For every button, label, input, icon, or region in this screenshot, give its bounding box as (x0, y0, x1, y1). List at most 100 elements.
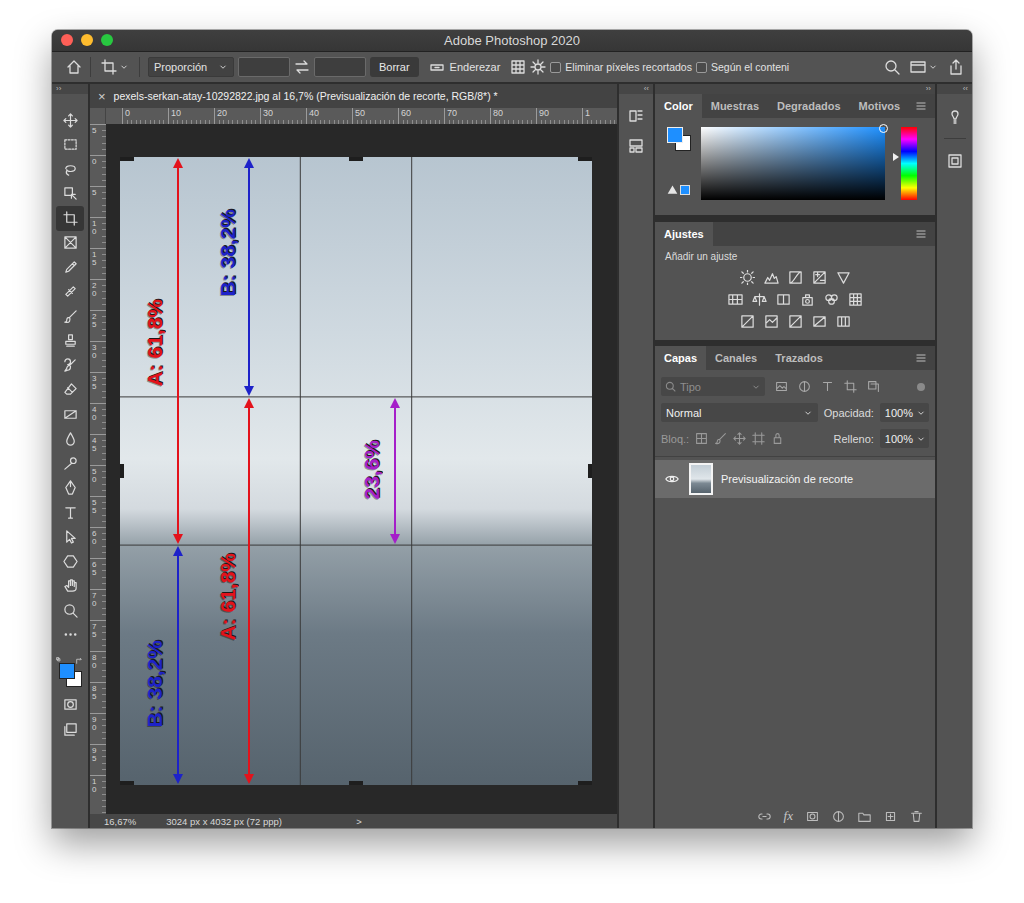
tool-button[interactable] (56, 206, 84, 231)
tool-button[interactable] (56, 476, 84, 501)
crop-handle[interactable] (349, 781, 363, 785)
minimize-button[interactable] (81, 34, 93, 46)
foreground-color[interactable] (59, 663, 75, 679)
layer-row[interactable]: Previsualización de recorte (655, 460, 935, 498)
collapse-toggle[interactable]: ›› (655, 84, 935, 94)
tool-button[interactable] (56, 280, 84, 305)
panel-tab[interactable]: Muestras (702, 94, 768, 118)
close-tab-button[interactable]: × (98, 89, 106, 104)
panel-tab[interactable]: Capas (655, 346, 706, 370)
photo[interactable]: A: 61,8%B: 38,2%A: 61,8%B: 38,2%23,6% (120, 157, 592, 785)
threshold-icon[interactable] (788, 314, 803, 329)
vibrance-icon[interactable] (836, 270, 851, 285)
crop-handle[interactable] (578, 157, 592, 161)
type-filter-icon[interactable] (821, 380, 834, 393)
fill-field[interactable]: 100% (880, 429, 929, 448)
workspace-picker[interactable] (908, 59, 940, 75)
tool-button[interactable] (56, 427, 84, 452)
tool-button[interactable] (56, 108, 84, 133)
gradient-map-icon[interactable] (812, 314, 827, 329)
width-field[interactable] (238, 57, 290, 77)
panel-tab[interactable]: Color (655, 94, 702, 118)
brightness-icon[interactable] (740, 270, 755, 285)
checkbox-option[interactable]: Eliminar píxeles recortados (550, 61, 692, 73)
new-layer-icon[interactable] (884, 810, 897, 823)
mask-icon[interactable] (806, 810, 819, 823)
panel-tab[interactable]: Trazados (766, 346, 832, 370)
tool-button[interactable] (56, 500, 84, 525)
panel-tab[interactable]: Degradados (768, 94, 850, 118)
link-icon[interactable] (758, 810, 771, 823)
tool-button[interactable] (56, 378, 84, 403)
smart-object-filter-icon[interactable] (867, 380, 880, 393)
color-swatches[interactable] (56, 657, 84, 687)
visibility-toggle[interactable] (663, 472, 681, 486)
crop-handle[interactable] (588, 464, 592, 478)
lock-all-icon[interactable] (771, 432, 784, 445)
color-balance-icon[interactable] (752, 292, 767, 307)
menu-icon[interactable] (915, 352, 927, 364)
hue-slider-handle[interactable] (893, 153, 899, 161)
saturation-field[interactable] (701, 127, 885, 200)
trash-icon[interactable] (910, 810, 923, 823)
panel-tab[interactable]: Ajustes (655, 222, 713, 246)
height-field[interactable] (314, 57, 366, 77)
opacity-field[interactable]: 100% (880, 403, 929, 422)
lightbulb-icon[interactable] (947, 108, 963, 124)
layer-style-button[interactable]: fx (784, 808, 793, 824)
hue-slider[interactable] (901, 127, 917, 200)
crop-handle[interactable] (120, 464, 124, 478)
folder-icon[interactable] (858, 810, 871, 823)
checkbox[interactable] (696, 62, 707, 73)
canvas[interactable]: A: 61,8%B: 38,2%A: 61,8%B: 38,2%23,6% (106, 124, 617, 814)
search-icon[interactable] (884, 59, 900, 75)
crop-handle[interactable] (578, 781, 592, 785)
tool-preset-picker[interactable] (99, 59, 131, 75)
adjustment-filter-icon[interactable] (798, 380, 811, 393)
history-icon[interactable] (628, 108, 644, 124)
foreground-color[interactable] (667, 127, 683, 143)
swap-colors-icon[interactable] (75, 657, 84, 666)
collapse-toggle[interactable]: ‹‹ (619, 84, 653, 94)
tool-button[interactable] (56, 353, 84, 378)
lock-transparency-icon[interactable] (695, 432, 708, 445)
checkbox[interactable] (550, 62, 561, 73)
properties-icon[interactable] (628, 138, 644, 154)
adjustment-layer-icon[interactable] (832, 810, 845, 823)
tool-button[interactable] (56, 329, 84, 354)
menu-icon[interactable] (915, 100, 927, 112)
tool-button[interactable] (56, 549, 84, 574)
ruler-origin[interactable] (90, 108, 106, 124)
photo-filter-icon[interactable] (800, 292, 815, 307)
straighten-button[interactable]: Enderezar (423, 59, 507, 75)
exposure-icon[interactable] (812, 270, 827, 285)
horizontal-ruler[interactable]: 01020304050607080901 (106, 108, 617, 124)
collapse-toggle[interactable]: ‹‹ (937, 84, 972, 94)
gear-icon[interactable] (530, 59, 546, 75)
tool-button[interactable] (56, 133, 84, 158)
document-tab[interactable]: ×pexels-serkan-atay-10292822.jpg al 16,7… (90, 84, 617, 108)
status-menu-button[interactable]: > (356, 816, 362, 827)
tool-button[interactable] (56, 182, 84, 207)
ratio-select[interactable]: Proporción (148, 57, 234, 77)
home-icon[interactable] (66, 59, 82, 75)
close-button[interactable] (61, 34, 73, 46)
tool-button[interactable] (56, 304, 84, 329)
lock-pixels-icon[interactable] (714, 432, 727, 445)
tool-button[interactable] (56, 574, 84, 599)
tool-button[interactable] (56, 157, 84, 182)
screen-mode-icon[interactable] (63, 722, 78, 737)
swap-icon[interactable] (294, 59, 310, 75)
channel-mixer-icon[interactable] (824, 292, 839, 307)
menu-icon[interactable] (915, 228, 927, 240)
tool-button[interactable] (56, 598, 84, 623)
crop-handle[interactable] (120, 157, 134, 161)
tool-button[interactable] (56, 402, 84, 427)
collapse-toggle[interactable]: ›› (52, 84, 88, 94)
tool-button[interactable] (56, 255, 84, 280)
hue-saturation-icon[interactable] (728, 292, 743, 307)
color-lookup-icon[interactable] (848, 292, 863, 307)
zoom-level[interactable]: 16,67% (104, 816, 136, 827)
tool-button[interactable] (56, 231, 84, 256)
zoom-button[interactable] (101, 34, 113, 46)
